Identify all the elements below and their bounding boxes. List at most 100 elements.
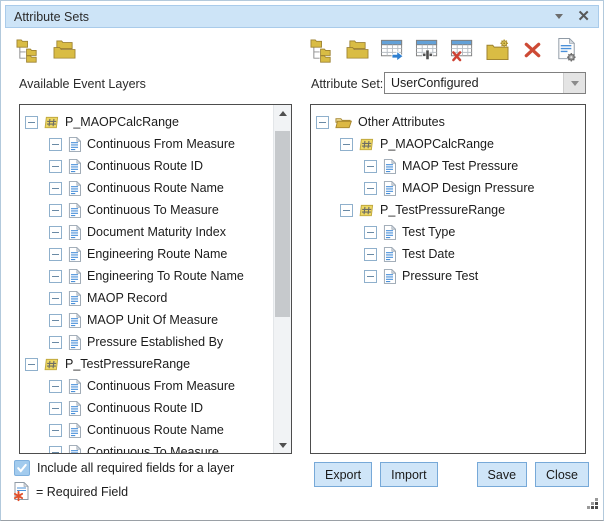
tree-item-label: Document Maturity Index [87,225,226,239]
collapse-toggle-icon[interactable] [49,248,62,261]
tree-item[interactable]: Continuous Route Name [20,177,291,199]
collapse-toggle-icon[interactable] [49,402,62,415]
collapse-toggle-icon[interactable] [25,116,38,129]
tree-item-label: Engineering To Route Name [87,269,244,283]
tree-item-label: Continuous From Measure [87,137,235,151]
tree-folders-button[interactable] [15,37,41,63]
scrollbar[interactable] [273,105,291,453]
collapse-toggle-icon[interactable] [49,270,62,283]
tree-item-label: MAOP Design Pressure [402,181,534,195]
collapse-toggle-icon[interactable] [340,138,353,151]
resize-grip-icon[interactable] [587,497,599,515]
red-x-button[interactable] [519,37,545,63]
collapse-toggle-icon[interactable] [49,424,62,437]
collapse-toggle-icon[interactable] [49,446,62,455]
collapse-toggle-icon[interactable] [364,226,377,239]
table-delete-icon [450,38,475,62]
collapse-toggle-icon[interactable] [25,358,38,371]
tree-item-label: MAOP Test Pressure [402,159,518,173]
collapse-toggle-icon[interactable] [49,226,62,239]
collapse-toggle-icon[interactable] [49,314,62,327]
tree-item-label: P_MAOPCalcRange [380,137,494,151]
collapse-toggle-icon[interactable] [49,292,62,305]
folder-gear-icon [485,39,510,61]
collapse-toggle-icon[interactable] [364,160,377,173]
import-button[interactable]: Import [380,462,437,487]
tree-item[interactable]: Document Maturity Index [20,221,291,243]
field-icon [68,379,81,394]
field-icon [383,181,396,196]
scroll-up-button[interactable] [274,105,291,121]
collapse-toggle-icon[interactable] [49,160,62,173]
tree-folders-button[interactable] [309,37,335,63]
collapse-toggle-icon[interactable] [49,380,62,393]
tree-item[interactable]: MAOP Unit Of Measure [20,309,291,331]
save-close-group: Save Close [477,462,589,487]
field-icon [68,445,81,455]
collapse-toggle-icon[interactable] [316,116,329,129]
collapse-toggle-icon[interactable] [364,270,377,283]
title-bar[interactable]: Attribute Sets ✕ [5,5,599,28]
scrollbar-thumb[interactable] [275,131,290,317]
scroll-down-button[interactable] [274,437,291,453]
tree-item-label: P_MAOPCalcRange [65,115,179,129]
tree-item[interactable]: P_TestPressureRange [311,199,585,221]
field-icon [68,423,81,438]
tree-item[interactable]: P_TestPressureRange [20,353,291,375]
table-add-icon [415,38,440,62]
tree-item[interactable]: Pressure Established By [20,331,291,353]
tree-item[interactable]: P_MAOPCalcRange [311,133,585,155]
triangle-up-icon [279,111,287,116]
tree-item[interactable]: Continuous To Measure [20,199,291,221]
folder-pair-button[interactable] [344,37,370,63]
include-required-fields-row[interactable]: Include all required fields for a layer [14,460,234,476]
tree-item[interactable]: Test Type [311,221,585,243]
collapse-toggle-icon[interactable] [364,182,377,195]
collapse-toggle-icon[interactable] [49,336,62,349]
collapse-toggle-icon[interactable] [49,182,62,195]
attribute-set-dropdown[interactable]: UserConfigured [384,72,586,94]
field-icon [68,225,81,240]
folder-gear-button[interactable] [484,37,510,63]
tree-item[interactable]: Continuous From Measure [20,133,291,155]
field-icon [68,313,81,328]
close-icon[interactable]: ✕ [577,9,590,24]
tree-item[interactable]: Engineering Route Name [20,243,291,265]
toolbar-left [15,37,77,63]
table-add-button[interactable] [414,37,440,63]
table-delete-button[interactable] [449,37,475,63]
collapse-toggle-icon[interactable] [49,138,62,151]
tree-item[interactable]: Test Date [311,243,585,265]
tree-item[interactable]: Other Attributes [311,111,585,133]
document-gear-button[interactable] [554,37,580,63]
tree-item[interactable]: MAOP Design Pressure [311,177,585,199]
save-button[interactable]: Save [477,462,528,487]
table-export-icon [380,38,405,62]
triangle-down-icon [279,443,287,448]
collapse-icon[interactable] [555,14,563,19]
collapse-toggle-icon[interactable] [340,204,353,217]
include-required-fields-checkbox[interactable] [14,460,30,476]
close-button[interactable]: Close [535,462,589,487]
collapse-toggle-icon[interactable] [364,248,377,261]
tree-item[interactable]: Continuous Route ID [20,397,291,419]
tree-item[interactable]: Continuous Route ID [20,155,291,177]
export-button[interactable]: Export [314,462,372,487]
dropdown-button[interactable] [563,73,585,93]
tree-item[interactable]: MAOP Record [20,287,291,309]
tree-item[interactable]: Continuous Route Name [20,419,291,441]
tree-item[interactable]: Engineering To Route Name [20,265,291,287]
field-icon [68,203,81,218]
folder-open-icon [335,115,352,129]
export-import-group: Export Import [314,462,438,487]
event-layer-icon [44,357,59,372]
table-export-button[interactable] [379,37,405,63]
tree-item[interactable]: Continuous To Measure [20,441,291,454]
event-layer-icon [359,203,374,218]
collapse-toggle-icon[interactable] [49,204,62,217]
folder-pair-button[interactable] [51,37,77,63]
tree-item[interactable]: Pressure Test [311,265,585,287]
tree-item[interactable]: Continuous From Measure [20,375,291,397]
tree-item[interactable]: P_MAOPCalcRange [20,111,291,133]
tree-item[interactable]: MAOP Test Pressure [311,155,585,177]
